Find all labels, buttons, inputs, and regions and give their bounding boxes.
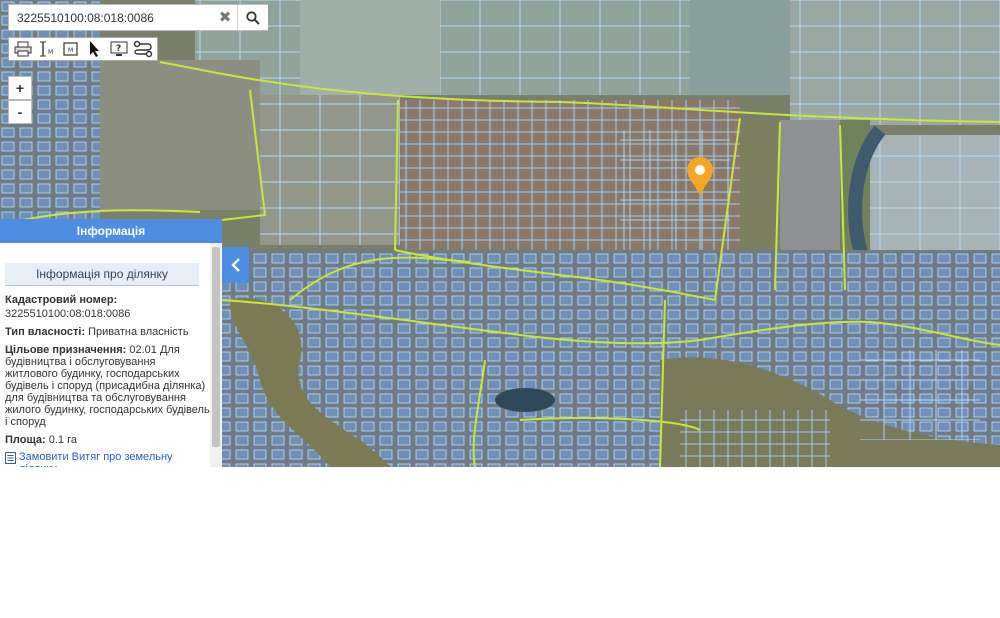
print-icon[interactable] (11, 38, 35, 60)
measure-line-icon[interactable]: M (35, 38, 59, 60)
search-box: ✖ (8, 4, 268, 31)
identify-icon[interactable]: ? (107, 38, 131, 60)
info-panel-subtitle: Інформація про ділянку (5, 263, 199, 286)
scrollbar-thumb[interactable] (212, 247, 220, 447)
svg-text:M: M (68, 47, 73, 54)
search-input[interactable] (9, 5, 237, 30)
search-button[interactable] (237, 5, 268, 30)
info-panel-body: Інформація про ділянку Кадастровий номер… (0, 243, 210, 467)
order-extract-link[interactable]: Замовити Витяг про земельну ділянку (19, 451, 210, 467)
chevron-left-icon (230, 258, 240, 272)
search-icon (246, 10, 260, 25)
svg-text:M: M (48, 49, 53, 56)
purpose-label: Цільове призначення: (5, 344, 127, 356)
measure-area-icon[interactable]: M (59, 38, 83, 60)
ownership-type-label: Тип власності: (5, 326, 86, 338)
area-value: 0.1 га (48, 434, 77, 446)
info-panel-header: Інформація (0, 219, 222, 243)
info-panel-scrollbar[interactable] (210, 243, 222, 467)
map-toolbar: M M ? (8, 37, 158, 61)
cadastral-number-label: Кадастровий номер: (5, 294, 118, 306)
route-icon[interactable] (131, 38, 155, 60)
info-panel: Інформація Інформація про ділянку Кадаст… (0, 219, 222, 467)
zoom-in-button[interactable]: + (8, 76, 32, 100)
pointer-icon[interactable] (83, 38, 107, 60)
svg-text:?: ? (116, 44, 121, 54)
collapse-panel-button[interactable] (222, 247, 249, 283)
purpose-value: 02.01 Для будівництва і обслуговування ж… (5, 344, 210, 428)
area-label: Площа: (5, 434, 46, 446)
zoom-out-button[interactable]: - (8, 100, 32, 124)
document-icon (5, 452, 16, 464)
cadastral-number-value: 3225510100:08:018:0086 (5, 308, 131, 320)
ownership-type-value: Приватна власність (88, 326, 189, 338)
close-icon[interactable]: ✖ (214, 7, 236, 28)
